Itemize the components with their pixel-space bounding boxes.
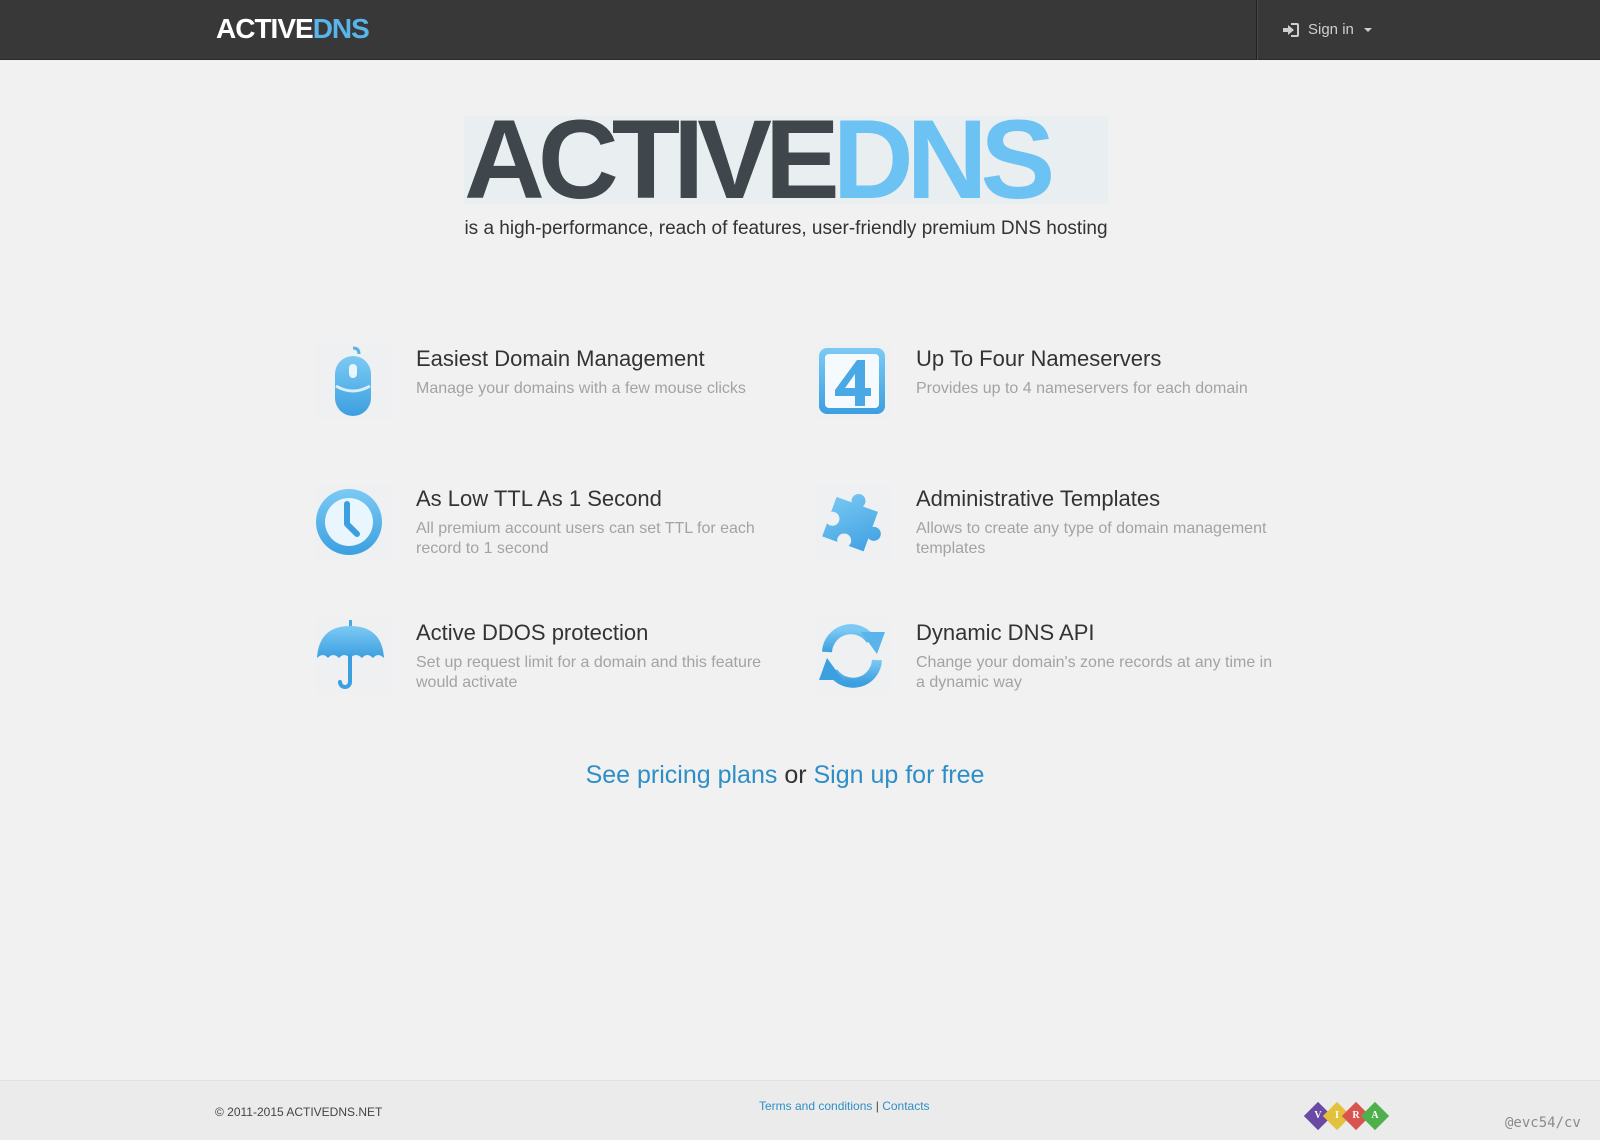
navbar-divider xyxy=(1256,0,1257,60)
hero-logo-dns: DNS xyxy=(832,116,1055,204)
puzzle-icon xyxy=(815,484,891,560)
feature-description: All premium account users can set TTL fo… xyxy=(416,520,755,557)
hero-tagline: is a high-performance, reach of features… xyxy=(464,218,1108,239)
clock-icon xyxy=(315,484,391,560)
vira-letter-a: A xyxy=(1371,1110,1379,1121)
feature-description: Change your domain's zone records at any… xyxy=(916,654,1273,691)
cta-or-text: or xyxy=(784,761,807,789)
feature-description: Set up request limit for a domain and th… xyxy=(416,654,762,691)
feature-title: As Low TTL As 1 Second xyxy=(416,486,662,511)
footer-links: Terms and conditions | Contacts xyxy=(759,1099,930,1113)
footer: © 2011-2015 ACTIVEDNS.NET Terms and cond… xyxy=(0,1080,1600,1140)
brand-logo-active: ACTIVE xyxy=(216,13,314,44)
number-four-icon xyxy=(815,344,891,420)
brand-logo-dns: DNS xyxy=(312,13,370,44)
chevron-down-icon xyxy=(1363,28,1372,32)
pricing-plans-link[interactable]: See pricing plans xyxy=(586,761,778,789)
feature-description: Provides up to 4 nameservers for each do… xyxy=(916,380,1248,397)
vira-letter-i: I xyxy=(1335,1110,1339,1121)
hero-logo-active: ACTIVE xyxy=(464,116,840,204)
umbrella-icon xyxy=(315,618,391,694)
feature-title: Administrative Templates xyxy=(916,486,1161,511)
feature-title: Up To Four Nameservers xyxy=(916,346,1162,371)
feature-title: Dynamic DNS API xyxy=(916,620,1095,645)
feature-description: Manage your domains with a few mouse cli… xyxy=(416,380,746,397)
refresh-icon xyxy=(815,618,891,694)
vira-letter-r: R xyxy=(1352,1110,1360,1121)
sign-up-link[interactable]: Sign up for free xyxy=(814,761,985,789)
hero-logo: ACTIVEDNS xyxy=(464,116,1108,204)
feature-title: Active DDOS protection xyxy=(416,620,649,645)
terms-link[interactable]: Terms and conditions xyxy=(759,1099,872,1113)
footer-separator: | xyxy=(875,1099,879,1113)
sign-in-label: Sign in xyxy=(1308,21,1354,38)
contacts-link[interactable]: Contacts xyxy=(882,1099,929,1113)
feature-title: Easiest Domain Management xyxy=(416,346,705,371)
vira-logo[interactable]: V I R A xyxy=(1303,1101,1390,1131)
mouse-icon xyxy=(315,344,391,420)
call-to-action: See pricing plans or Sign up for free xyxy=(0,760,1570,790)
top-navbar: ACTIVEDNS Sign in xyxy=(0,0,1600,60)
sign-in-dropdown[interactable]: Sign in xyxy=(1282,19,1372,41)
vira-letter-v: V xyxy=(1314,1110,1322,1121)
sign-in-icon xyxy=(1282,22,1300,38)
copyright-text: © 2011-2015 ACTIVEDNS.NET xyxy=(215,1105,383,1119)
feature-description: Allows to create any type of domain mana… xyxy=(916,520,1267,557)
watermark-text: @evc54/cv xyxy=(1505,1115,1581,1131)
brand-logo[interactable]: ACTIVEDNS xyxy=(216,12,370,46)
